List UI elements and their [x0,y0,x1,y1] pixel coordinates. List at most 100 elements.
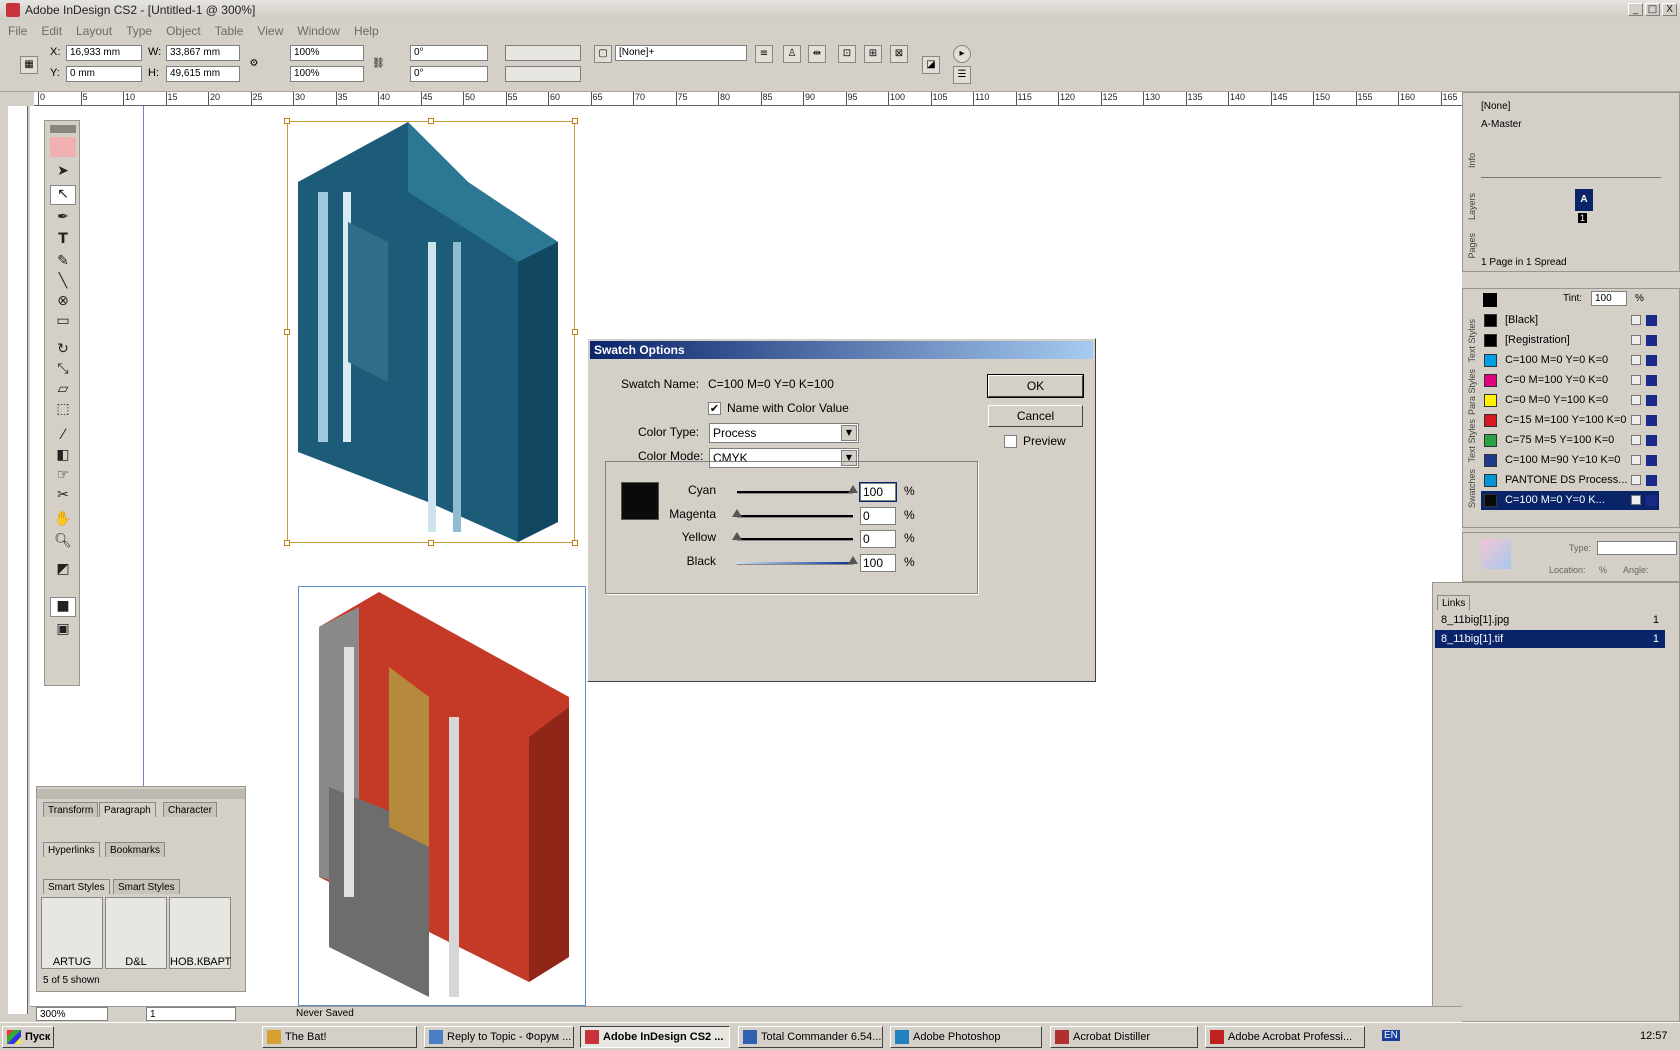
scale-tool-icon[interactable]: ⤡ [50,361,76,381]
fit-content-icon[interactable]: ⊡ [838,45,856,63]
none-master[interactable]: [None] [1481,101,1510,112]
tab-paragraph[interactable]: Paragraph [99,802,156,817]
start-button[interactable]: Пуск [2,1026,54,1048]
chain-link-icon[interactable]: ⛓ [372,56,385,74]
page-thumbnail[interactable]: A [1575,189,1593,211]
pen-tool-icon[interactable]: ✒ [50,209,76,229]
zoom-tool-icon[interactable]: 🔍︎ [50,533,76,553]
slider-thumb[interactable] [848,485,858,493]
type-tool-icon[interactable]: T [50,231,76,251]
ok-button[interactable]: OK [987,374,1084,398]
tab-smart-styles-2[interactable]: Smart Styles [113,879,180,894]
link-row-tif[interactable]: 8_11big[1].tif 1 [1435,630,1665,648]
zoom-field[interactable]: 300% [36,1007,108,1021]
taskbar-task[interactable]: The Bat! [262,1026,417,1048]
swatch-item[interactable]: PANTONE DS Process... [1481,471,1659,490]
direct-selection-tool-icon[interactable]: ↖ [50,185,76,205]
swatch-item[interactable]: [Registration] [1481,331,1659,350]
menu-window[interactable]: Window [297,24,340,38]
eyedropper-tool-icon[interactable]: ⁄ [50,427,76,447]
shear-field[interactable]: 0° [410,66,488,82]
a-master[interactable]: A-Master [1481,119,1522,130]
channel-value-magenta[interactable]: 0 [860,506,896,525]
normal-view-icon[interactable]: ■ [50,597,76,617]
slider-thumb[interactable] [732,508,742,517]
tab-transform[interactable]: Transform [43,802,99,817]
constrain-icon[interactable]: ⚙ [245,56,263,74]
name-with-color-checkbox[interactable]: ✔ [708,402,721,415]
width-field[interactable]: 33,867 mm [166,45,240,61]
tab-links[interactable]: Links [1437,595,1471,610]
fill-stroke-swatch-icon[interactable] [1483,293,1497,307]
taskbar-task[interactable]: Total Commander 6.54... [738,1026,883,1048]
selection-tool-icon[interactable]: ➤ [50,163,76,183]
channel-value-yellow[interactable]: 0 [860,530,896,548]
stroke-style-select[interactable]: [None]+ [615,45,747,61]
swatch-item[interactable]: C=0 M=100 Y=0 K=0 [1481,371,1659,390]
ellipse-frame-tool-icon[interactable]: ⊗ [50,293,76,313]
swatch-item[interactable]: [Black] [1481,311,1659,330]
preview-mode-icon[interactable]: ▣ [50,621,76,641]
menu-type[interactable]: Type [126,24,152,38]
rectangle-tool-icon[interactable]: ▭ [50,313,76,333]
page-field[interactable]: 1 [146,1007,236,1021]
maximize-button[interactable]: □ [1645,3,1660,16]
swatch-item[interactable]: C=15 M=100 Y=100 K=0 [1481,411,1659,430]
fill-stroke-icon[interactable]: ◩ [50,561,76,581]
rotation-field[interactable]: 0° [410,45,488,61]
free-transform-tool-icon[interactable]: ⬚ [50,401,76,421]
toolbox-grip[interactable] [50,125,76,133]
style-thumb-dl[interactable]: D&L [105,897,167,969]
panel-grip[interactable] [37,789,245,799]
scale-x-field[interactable]: 100% [290,45,364,61]
tint-field[interactable]: 100 [1591,291,1627,306]
taskbar-task[interactable]: Adobe Photoshop [890,1026,1042,1048]
menu-object[interactable]: Object [166,24,201,38]
channel-slider-cyan[interactable] [737,485,858,494]
frame-icon[interactable]: ▢ [594,45,612,63]
taskbar-task[interactable]: Reply to Topic - Форум ... [424,1026,574,1048]
tab-hyperlinks[interactable]: Hyperlinks [43,842,100,857]
slider-thumb[interactable] [732,532,742,540]
tab-character[interactable]: Character [163,802,217,817]
height-field[interactable]: 49,615 mm [166,66,240,82]
text-wrap-icon[interactable]: ≡ [755,45,773,63]
channel-slider-magenta[interactable] [732,508,853,518]
menu-file[interactable]: File [8,24,27,38]
color-type-select[interactable]: Process ▼ [709,423,859,443]
button-tool-icon[interactable]: ☞ [50,467,76,487]
stroke-type-field[interactable] [505,66,581,82]
gradient-tool-icon[interactable]: ◧ [50,447,76,467]
tab-pages[interactable]: Pages [1467,233,1477,259]
preview-checkbox[interactable] [1004,435,1017,448]
menu-edit[interactable]: Edit [41,24,62,38]
align-icon[interactable]: ♙ [783,45,801,63]
center-content-icon[interactable]: ⊠ [890,45,908,63]
channel-value-cyan[interactable]: 100 [859,482,897,502]
tab-smart-styles[interactable]: Smart Styles [43,879,110,894]
indesign-flower-icon[interactable] [50,137,76,157]
x-field[interactable]: 16,933 mm [66,45,142,61]
swatch-item[interactable]: C=100 M=90 Y=10 K=0 [1481,451,1659,470]
shear-tool-icon[interactable]: ▱ [50,381,76,401]
style-thumb-artug[interactable]: ARTUG [41,897,103,969]
distribute-icon[interactable]: ⇹ [808,45,826,63]
taskbar-task[interactable]: Adobe InDesign CS2 ... [580,1026,730,1048]
panel-menu-icon[interactable]: ☰ [953,66,971,84]
scissors-tool-icon[interactable]: ✂ [50,487,76,507]
slider-thumb[interactable] [848,555,858,564]
line-tool-icon[interactable]: ╲ [50,273,76,293]
y-field[interactable]: 0 mm [66,66,142,82]
menu-help[interactable]: Help [354,24,379,38]
menu-table[interactable]: Table [215,24,244,38]
channel-value-black[interactable]: 100 [860,553,896,572]
swatch-item[interactable]: C=75 M=5 Y=100 K=0 [1481,431,1659,450]
minimize-button[interactable]: _ [1628,3,1643,16]
rotate-tool-icon[interactable]: ↻ [50,341,76,361]
cancel-button[interactable]: Cancel [988,405,1083,427]
reference-point-icon[interactable]: ▦ [20,56,38,74]
tab-info[interactable]: Info [1467,153,1477,168]
close-button[interactable]: X [1662,3,1677,16]
placed-image-facade-blue[interactable] [284,118,578,546]
fit-frame-icon[interactable]: ⊞ [864,45,882,63]
